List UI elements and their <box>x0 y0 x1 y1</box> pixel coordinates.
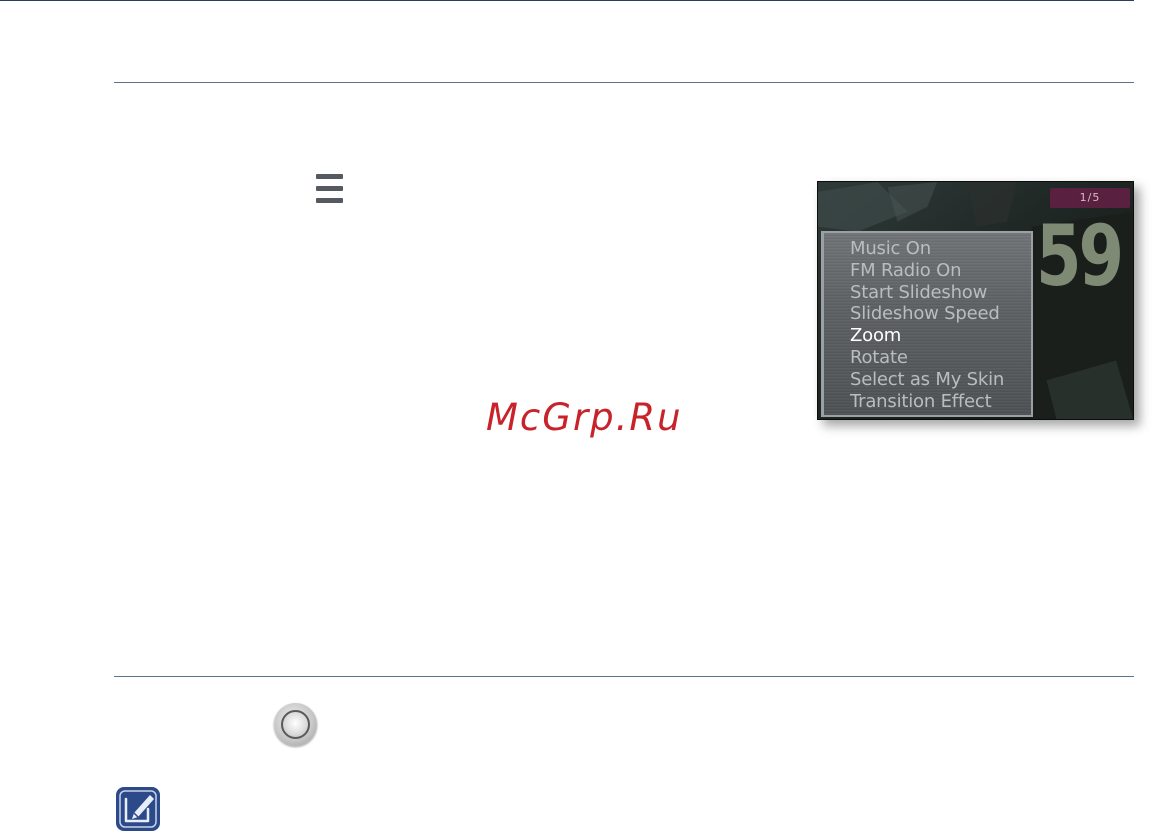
section-rule-bottom <box>114 676 1134 677</box>
menu-icon <box>316 174 344 204</box>
background-number: 59 <box>1036 207 1124 305</box>
menu-item-rotate[interactable]: Rotate <box>850 347 1004 369</box>
note-icon <box>116 787 160 831</box>
menu-item-slideshow-speed[interactable]: Slideshow Speed <box>850 303 1004 325</box>
menu-item-transition-effect[interactable]: Transition Effect <box>850 391 1004 413</box>
top-rule <box>0 0 1134 1</box>
device-screen: 59 1/5 Music On FM Radio On Start Slides… <box>817 181 1134 420</box>
menu-item-select-as-my-skin[interactable]: Select as My Skin <box>850 369 1004 391</box>
select-button-icon <box>274 703 317 746</box>
section-rule-top <box>114 82 1134 83</box>
menu-item-start-slideshow[interactable]: Start Slideshow <box>850 282 1004 304</box>
options-menu-panel: Music On FM Radio On Start Slideshow Sli… <box>821 231 1033 417</box>
menu-item-zoom[interactable]: Zoom <box>850 325 1004 347</box>
menu-item-fm-radio-on[interactable]: FM Radio On <box>850 260 1004 282</box>
select-button-center <box>281 710 310 739</box>
image-counter-badge: 1/5 <box>1050 188 1130 208</box>
watermark: McGrp.Ru <box>486 396 683 439</box>
options-menu-list: Music On FM Radio On Start Slideshow Sli… <box>850 238 1004 412</box>
menu-item-music-on[interactable]: Music On <box>850 238 1004 260</box>
